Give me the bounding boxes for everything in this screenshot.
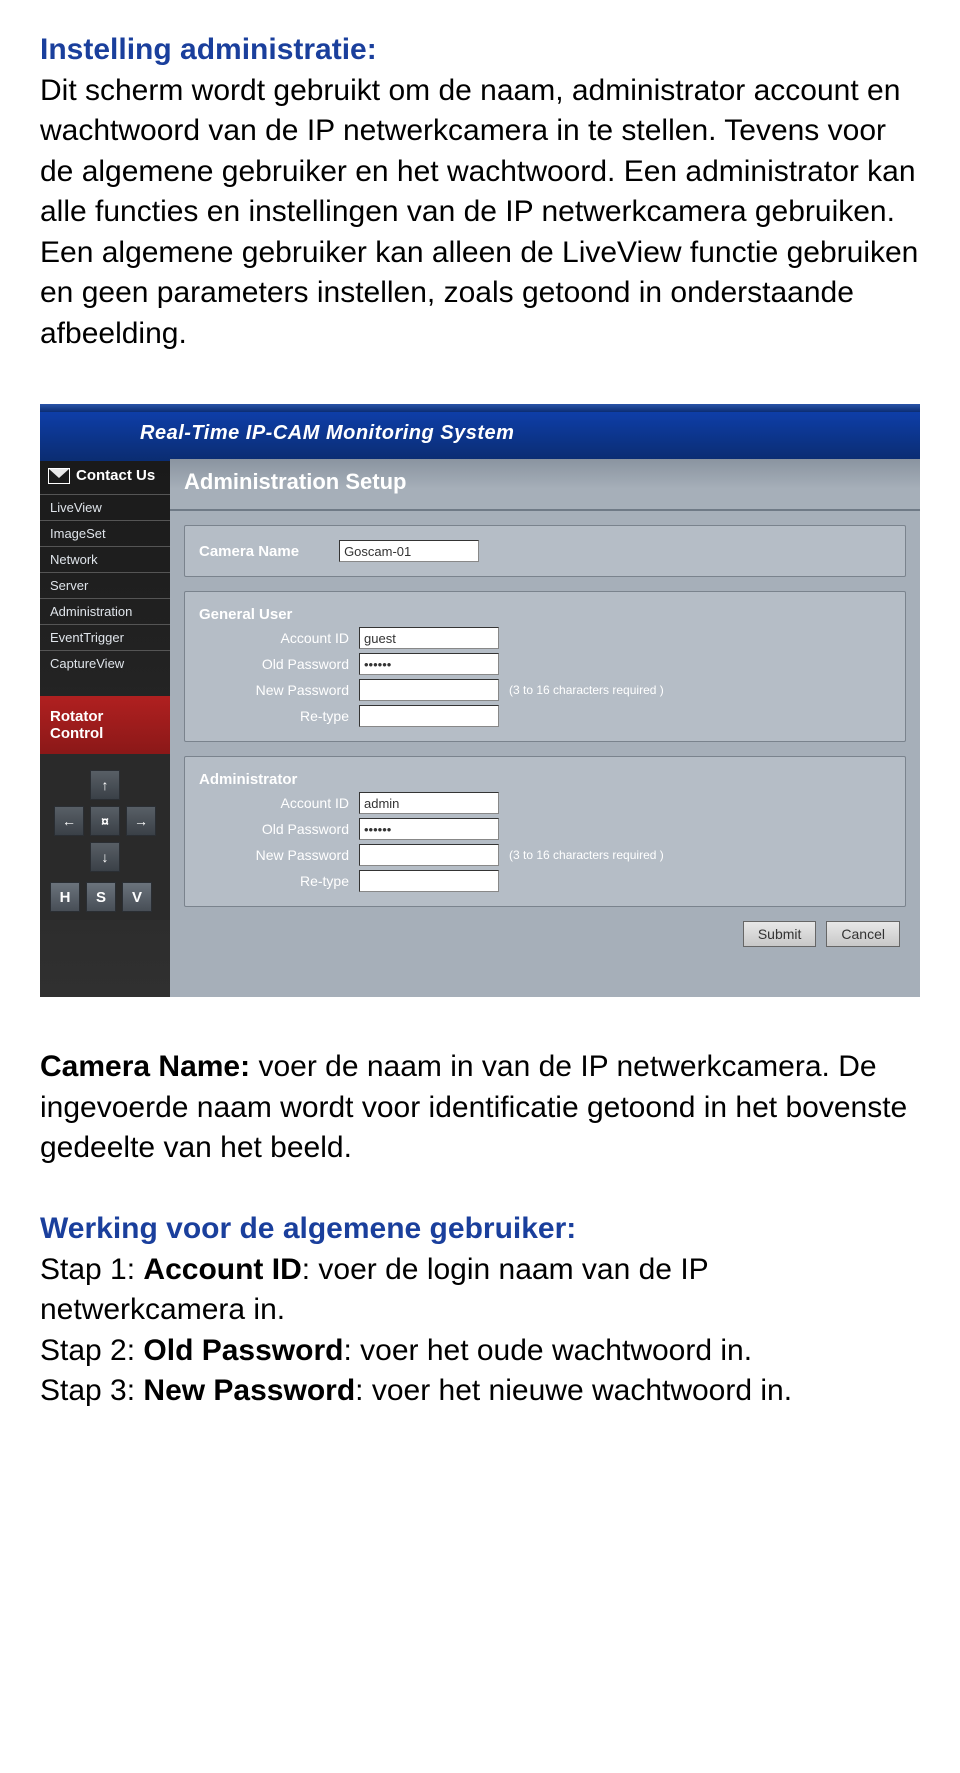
outro-step2-bold: Old Password — [143, 1334, 343, 1367]
gu-oldpw-input[interactable] — [359, 653, 499, 675]
contact-us-link[interactable]: Contact Us — [40, 459, 170, 494]
adm-newpw-hint: (3 to 16 characters required ) — [509, 848, 664, 862]
adm-newpw-label: New Password — [199, 847, 359, 863]
rotator-control-heading: Rotator Control — [40, 696, 170, 754]
nav-item-administration[interactable]: Administration — [40, 598, 170, 624]
gu-accountid-label: Account ID — [199, 630, 359, 646]
dpad-down-button[interactable]: ↓ — [90, 842, 120, 872]
hsv-v-button[interactable]: V — [122, 882, 152, 912]
dpad-right-button[interactable]: → — [126, 806, 156, 836]
gu-retype-input[interactable] — [359, 705, 499, 727]
gu-newpw-hint: (3 to 16 characters required ) — [509, 683, 664, 697]
rotator-dpad: ↑ ← ¤ → ↓ H S V — [40, 754, 170, 920]
gu-accountid-input[interactable] — [359, 627, 499, 649]
outro-camera-name-label: Camera Name: — [40, 1050, 250, 1083]
adm-accountid-label: Account ID — [199, 795, 359, 811]
outro-block: Camera Name: voer de naam in van de IP n… — [0, 1027, 960, 1452]
general-user-heading: General User — [199, 606, 302, 623]
outro-step2-rest: : voer het oude wachtwoord in. — [343, 1334, 752, 1367]
page-title: Administration Setup — [170, 459, 920, 511]
main-content: Administration Setup Camera Name General… — [170, 459, 920, 997]
dpad-center-button[interactable]: ¤ — [90, 806, 120, 836]
gu-oldpw-label: Old Password — [199, 656, 359, 672]
outro-camera-name-para: Camera Name: voer de naam in van de IP n… — [40, 1047, 920, 1169]
admin-setup-screenshot: Real-Time IP-CAM Monitoring System Conta… — [40, 404, 920, 997]
nav-item-server[interactable]: Server — [40, 572, 170, 598]
camera-name-panel: Camera Name — [184, 525, 906, 577]
nav-item-imageset[interactable]: ImageSet — [40, 520, 170, 546]
nav-item-eventtrigger[interactable]: EventTrigger — [40, 624, 170, 650]
administrator-heading: Administrator — [199, 771, 307, 788]
gu-newpw-label: New Password — [199, 682, 359, 698]
outro-step1-bold: Account ID — [143, 1253, 301, 1286]
outro-step3: Stap 3: New Password: voer het nieuwe wa… — [40, 1371, 920, 1412]
gu-newpw-input[interactable] — [359, 679, 499, 701]
action-row: Submit Cancel — [170, 907, 920, 947]
outro-step3-prefix: Stap 3: — [40, 1374, 143, 1407]
envelope-icon — [48, 468, 70, 484]
outro-step1: Stap 1: Account ID: voer de login naam v… — [40, 1250, 920, 1331]
app-title: Real-Time IP-CAM Monitoring System — [40, 412, 920, 459]
nav-item-liveview[interactable]: LiveView — [40, 494, 170, 520]
general-user-panel: General User Account ID Old Password New… — [184, 591, 906, 742]
intro-heading: Instelling administratie: — [40, 33, 377, 66]
outro-step3-rest: : voer het nieuwe wachtwoord in. — [355, 1374, 792, 1407]
nav-item-captureview[interactable]: CaptureView — [40, 650, 170, 676]
adm-oldpw-input[interactable] — [359, 818, 499, 840]
gu-retype-label: Re-type — [199, 708, 359, 724]
titlebar-topstripe — [40, 404, 920, 412]
administrator-panel: Administrator Account ID Old Password Ne… — [184, 756, 906, 907]
camera-name-label: Camera Name — [199, 543, 309, 560]
outro-general-heading: Werking voor de algemene gebruiker: — [40, 1209, 920, 1250]
outro-step2-prefix: Stap 2: — [40, 1334, 143, 1367]
intro-block: Instelling administratie: Dit scherm wor… — [0, 0, 960, 374]
adm-newpw-input[interactable] — [359, 844, 499, 866]
dpad-left-button[interactable]: ← — [54, 806, 84, 836]
outro-step1-prefix: Stap 1: — [40, 1253, 143, 1286]
adm-retype-input[interactable] — [359, 870, 499, 892]
submit-button[interactable]: Submit — [743, 921, 817, 947]
intro-body: Dit scherm wordt gebruikt om de naam, ad… — [40, 74, 918, 350]
nav-item-network[interactable]: Network — [40, 546, 170, 572]
dpad-up-button[interactable]: ↑ — [90, 770, 120, 800]
camera-name-input[interactable] — [339, 540, 479, 562]
contact-us-label: Contact Us — [76, 467, 155, 484]
cancel-button[interactable]: Cancel — [826, 921, 900, 947]
adm-retype-label: Re-type — [199, 873, 359, 889]
hsv-s-button[interactable]: S — [86, 882, 116, 912]
sidebar: Contact Us LiveView ImageSet Network Ser… — [40, 459, 170, 997]
outro-step3-bold: New Password — [143, 1374, 355, 1407]
outro-step2: Stap 2: Old Password: voer het oude wach… — [40, 1331, 920, 1372]
adm-accountid-input[interactable] — [359, 792, 499, 814]
adm-oldpw-label: Old Password — [199, 821, 359, 837]
hsv-h-button[interactable]: H — [50, 882, 80, 912]
